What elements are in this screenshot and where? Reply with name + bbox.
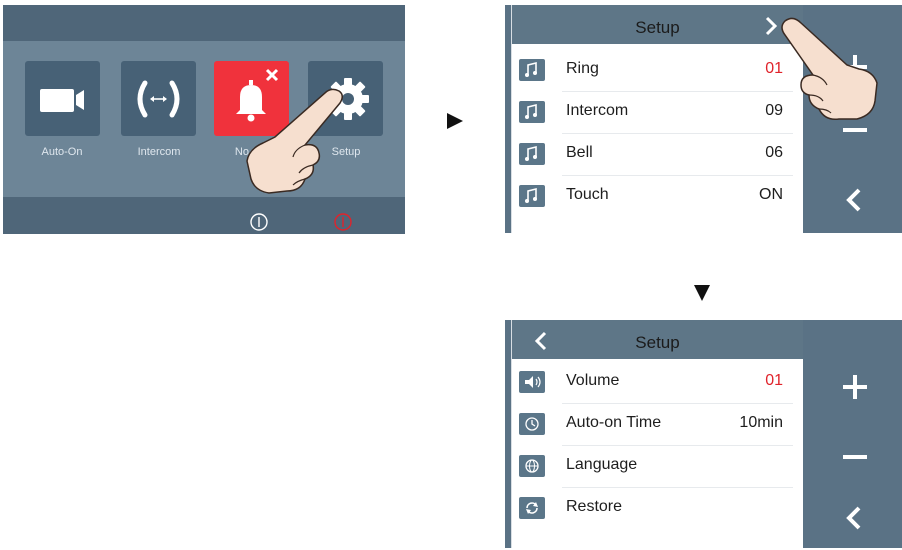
plus-icon[interactable]: [843, 375, 867, 399]
music-note-icon: [519, 143, 545, 165]
setup-header: Setup: [512, 5, 803, 44]
globe-icon: [519, 455, 545, 477]
plus-icon[interactable]: [843, 55, 867, 79]
list-item-label: Restore: [566, 498, 623, 515]
settings-list: Setup Ring 01 Intercom 09 Bell 06 Touch …: [511, 5, 803, 233]
list-item-label: Volume: [566, 372, 620, 389]
list-item-label: Ring: [566, 60, 599, 77]
restore-icon: [519, 497, 545, 519]
auto-on-label: Auto-On: [41, 146, 83, 158]
page-title: Setup: [635, 333, 680, 352]
list-item-intercom[interactable]: Intercom 09: [512, 92, 803, 134]
list-item-value: ON: [759, 186, 783, 203]
music-note-icon: [519, 185, 545, 207]
list-item-volume[interactable]: Volume 01: [512, 362, 803, 404]
no-disturb-label: No dist: [234, 146, 270, 158]
setup-general-panel: Setup Volume 01 Auto-on Time 10min Langu…: [505, 320, 902, 548]
list-item-value: 06: [765, 144, 783, 161]
list-item-bell[interactable]: Bell 06: [512, 134, 803, 176]
list-item-label: Touch: [566, 186, 609, 203]
no-disturb-button[interactable]: [214, 61, 289, 136]
list-item-language[interactable]: Language: [512, 446, 803, 488]
setup-label: Setup: [331, 146, 361, 158]
setup-button[interactable]: [308, 61, 383, 136]
list-item-label: Language: [566, 456, 638, 473]
setup-header: Setup: [512, 320, 803, 359]
list-item-value: 01: [765, 60, 783, 77]
next-step-arrow-down-icon: [694, 285, 710, 301]
video-camera-icon: [40, 89, 84, 112]
minus-icon[interactable]: [843, 454, 867, 460]
intercom-icon: [137, 80, 180, 118]
intercom-button[interactable]: [121, 61, 196, 136]
main-menu-panel: Auto-On Intercom No dist Setup: [3, 5, 405, 234]
next-step-arrow-icon: [447, 113, 463, 129]
list-item-label: Bell: [566, 144, 593, 161]
list-item-touch[interactable]: Touch ON: [512, 176, 803, 218]
list-item-ring[interactable]: Ring 01: [512, 50, 803, 92]
top-bar: [3, 5, 405, 41]
settings-list: Setup Volume 01 Auto-on Time 10min Langu…: [511, 320, 803, 548]
auto-on-button[interactable]: [25, 61, 100, 136]
list-item-label: Auto-on Time: [566, 414, 662, 431]
intercom-label: Intercom: [137, 146, 181, 158]
speaker-icon: [519, 371, 545, 393]
chevron-right-icon[interactable]: [764, 16, 778, 36]
list-item-value: 10min: [739, 414, 783, 431]
list-item-auto-on-time[interactable]: Auto-on Time 10min: [512, 404, 803, 446]
back-icon[interactable]: [846, 506, 862, 530]
power-icon-red[interactable]: [333, 212, 353, 232]
list-item-label: Intercom: [566, 102, 629, 119]
power-icon[interactable]: [249, 212, 269, 232]
back-icon[interactable]: [846, 188, 862, 212]
music-note-icon: [519, 59, 545, 81]
gear-icon: [327, 78, 369, 120]
list-item-restore[interactable]: Restore: [512, 488, 803, 530]
minus-icon[interactable]: [843, 127, 867, 133]
list-item-value: 01: [765, 372, 783, 389]
setup-ringtones-panel: Setup Ring 01 Intercom 09 Bell 06 Touch …: [505, 5, 902, 233]
clock-icon: [519, 413, 545, 435]
music-note-icon: [519, 101, 545, 123]
list-item-value: 09: [765, 102, 783, 119]
page-title: Setup: [635, 18, 680, 37]
bell-mute-icon: [236, 68, 279, 122]
